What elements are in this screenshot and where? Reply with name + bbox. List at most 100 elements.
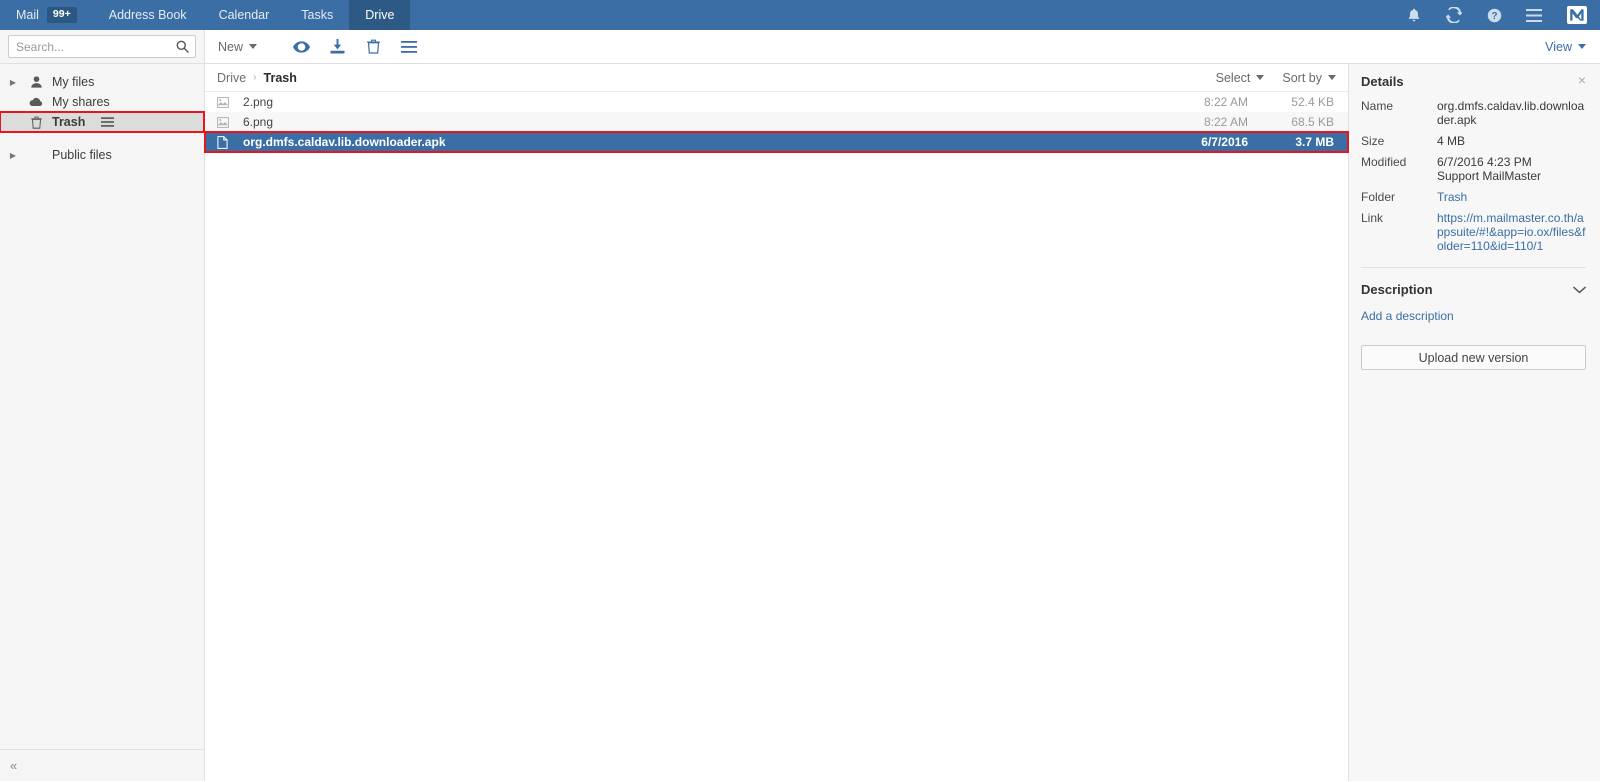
folder-link[interactable]: Trash	[1437, 190, 1586, 204]
field-value: 6/7/2016 4:23 PM	[1437, 155, 1532, 169]
upload-new-version-button[interactable]: Upload new version	[1361, 345, 1586, 370]
search-icon[interactable]	[176, 40, 189, 58]
file-name: 2.png	[243, 95, 274, 109]
chevron-down-icon	[249, 44, 258, 49]
sidebar-item-label: My files	[52, 75, 95, 89]
sidebar-item-public-files[interactable]: ▶ Public files	[0, 145, 204, 165]
breadcrumb: Drive › Trash Select Sort by	[205, 64, 1348, 92]
nav-tab-drive[interactable]: Drive	[349, 0, 411, 30]
file-name: 6.png	[243, 115, 274, 129]
person-icon	[24, 76, 48, 88]
bell-icon[interactable]	[1394, 0, 1434, 30]
app-menu-icon[interactable]	[1514, 0, 1554, 30]
details-panel: Details × Name org.dmfs.caldav.lib.downl…	[1348, 64, 1600, 781]
breadcrumb-separator: ›	[253, 72, 257, 83]
sidebar-item-label: Trash	[52, 115, 86, 129]
search-input[interactable]	[9, 36, 195, 57]
details-divider	[1361, 267, 1586, 268]
context-menu-icon[interactable]	[101, 117, 115, 127]
details-field-modified: Modified 6/7/2016 4:23 PM Support MailMa…	[1361, 155, 1586, 183]
expand-arrow-icon[interactable]: ▶	[2, 78, 24, 87]
details-field-folder: Folder Trash	[1361, 190, 1586, 204]
sidebar-collapse-button[interactable]: «	[0, 749, 204, 781]
collapse-chevron-icon: «	[10, 758, 18, 773]
app-body: ▶ My files ▶ My shares	[0, 64, 1600, 781]
mailmaster-logo[interactable]	[1554, 0, 1600, 30]
toolbar-row: New	[0, 30, 1600, 64]
chevron-down-icon	[1578, 44, 1586, 49]
new-button-label: New	[218, 39, 244, 54]
table-row[interactable]: org.dmfs.caldav.lib.downloader.apk 6/7/2…	[204, 131, 1349, 153]
eye-icon[interactable]	[283, 30, 319, 64]
file-size: 3.7 MB	[1295, 135, 1334, 149]
svg-text:?: ?	[1491, 11, 1497, 22]
file-size: 52.4 KB	[1291, 95, 1334, 109]
breadcrumb-current: Trash	[263, 70, 297, 85]
search-box[interactable]	[8, 35, 196, 58]
nav-tab-label: Address Book	[108, 8, 187, 22]
field-label: Link	[1361, 211, 1384, 225]
field-label: Modified	[1361, 155, 1407, 169]
drive-toolbar: New View	[205, 30, 1600, 63]
file-list: 2.png 8:22 AM 52.4 KB 6.png 8:22 AM 68.5…	[204, 92, 1349, 153]
expand-arrow-icon[interactable]: ▶	[2, 151, 24, 160]
file-date: 8:22 AM	[1203, 115, 1248, 129]
list-controls: Select Sort by	[1216, 71, 1336, 85]
unread-count-badge: 99+	[46, 7, 77, 23]
image-file-icon	[217, 96, 239, 108]
folder-tree: ▶ My files ▶ My shares	[0, 64, 205, 165]
help-icon[interactable]: ?	[1474, 0, 1514, 30]
add-description-link[interactable]: Add a description	[1361, 309, 1586, 323]
options-menu-icon[interactable]	[391, 30, 427, 64]
nav-tab-mail[interactable]: Mail 99+	[0, 0, 93, 30]
folder-sidebar: ▶ My files ▶ My shares	[0, 64, 205, 781]
sidebar-item-trash[interactable]: ▶ Trash	[0, 111, 205, 133]
nav-tab-label: Mail	[16, 8, 39, 22]
refresh-icon[interactable]	[1434, 0, 1474, 30]
cloud-icon	[24, 97, 48, 107]
image-file-icon	[217, 116, 239, 128]
chevron-down-icon[interactable]	[1573, 283, 1586, 297]
sidebar-item-my-shares[interactable]: ▶ My shares	[0, 92, 204, 112]
field-value-group: 6/7/2016 4:23 PM Support MailMaster	[1437, 155, 1586, 183]
close-icon[interactable]: ×	[1578, 73, 1586, 87]
breadcrumb-root[interactable]: Drive	[217, 71, 246, 85]
sidebar-item-label: My shares	[52, 95, 110, 109]
sort-by-menu-button[interactable]: Sort by	[1282, 71, 1336, 85]
expand-arrow-placeholder: ▶	[2, 98, 24, 107]
table-row[interactable]: 2.png 8:22 AM 52.4 KB	[205, 92, 1348, 112]
download-icon[interactable]	[319, 30, 355, 64]
field-label: Name	[1361, 99, 1394, 113]
field-value: org.dmfs.caldav.lib.downloader.apk	[1437, 99, 1585, 127]
details-field-size: Size 4 MB	[1361, 134, 1586, 148]
view-menu-button[interactable]: View	[1545, 40, 1600, 54]
details-field-link: Link https://m.mailmaster.co.th/appsuite…	[1361, 211, 1586, 253]
field-label: Size	[1361, 134, 1385, 148]
trash-icon[interactable]	[355, 30, 391, 64]
new-button[interactable]: New	[218, 40, 265, 54]
expand-arrow-placeholder: ▶	[2, 118, 24, 127]
nav-tab-label: Tasks	[301, 8, 334, 22]
details-title: Details	[1361, 74, 1404, 89]
sort-by-menu-label: Sort by	[1282, 70, 1322, 85]
file-list-pane: Drive › Trash Select Sort by 2.png 8:22 …	[204, 64, 1349, 781]
search-cell	[0, 30, 205, 63]
table-row[interactable]: 6.png 8:22 AM 68.5 KB	[205, 112, 1348, 132]
trash-icon	[24, 116, 48, 129]
nav-tab-label: Drive	[365, 8, 395, 22]
generic-file-icon	[217, 135, 239, 149]
sidebar-item-my-files[interactable]: ▶ My files	[0, 72, 204, 92]
details-fields: Name org.dmfs.caldav.lib.downloader.apk …	[1361, 99, 1586, 253]
chevron-down-icon	[1256, 75, 1265, 80]
select-menu-button[interactable]: Select	[1216, 71, 1265, 85]
details-header: Details ×	[1361, 73, 1586, 89]
nav-tab-address-book[interactable]: Address Book	[93, 0, 203, 30]
file-link[interactable]: https://m.mailmaster.co.th/appsuite/#!&a…	[1437, 211, 1586, 253]
nav-tab-tasks[interactable]: Tasks	[285, 0, 349, 30]
description-title: Description	[1361, 282, 1433, 297]
nav-tab-calendar[interactable]: Calendar	[203, 0, 286, 30]
top-navigation-bar: Mail 99+ Address Book Calendar Tasks Dri…	[0, 0, 1600, 30]
file-date: 6/7/2016	[1201, 135, 1248, 149]
details-field-name: Name org.dmfs.caldav.lib.downloader.apk	[1361, 99, 1586, 127]
